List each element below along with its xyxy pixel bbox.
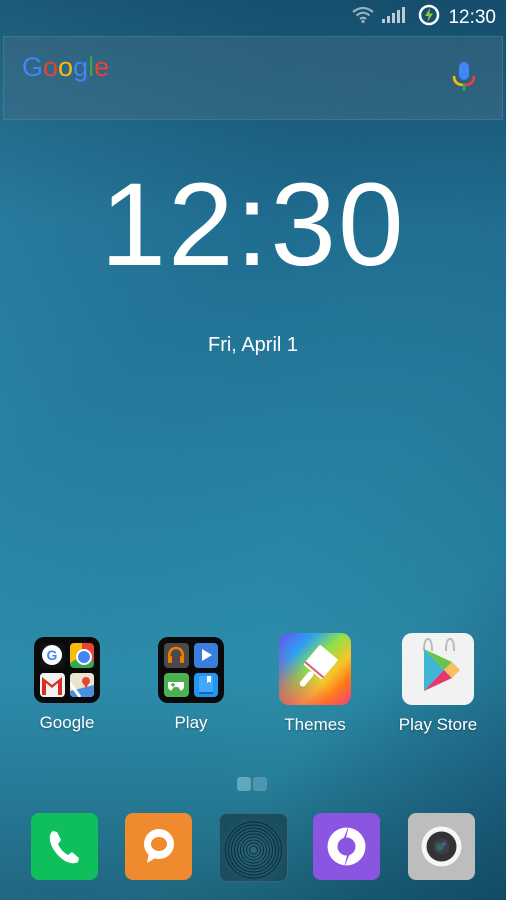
page-dot-1[interactable] bbox=[237, 777, 251, 791]
google-logo-letter: G bbox=[22, 52, 44, 82]
folder-google[interactable]: G Google bbox=[12, 633, 122, 733]
app-play-store[interactable]: Play Store bbox=[383, 633, 493, 735]
fingerprint-icon[interactable] bbox=[219, 813, 288, 882]
wallpaper bbox=[0, 0, 506, 900]
signal-icon bbox=[382, 7, 406, 28]
wifi-icon bbox=[352, 6, 375, 29]
google-logo-letter: o bbox=[43, 52, 59, 82]
folder-google-label: Google bbox=[39, 713, 95, 732]
status-bar: 12:30 bbox=[0, 0, 506, 32]
google-search-icon: G bbox=[40, 643, 65, 668]
camera-icon[interactable] bbox=[408, 813, 475, 880]
svg-text:G: G bbox=[47, 647, 58, 663]
phone-icon[interactable] bbox=[31, 813, 98, 880]
play-movies-icon bbox=[193, 643, 218, 668]
chrome-icon bbox=[69, 643, 94, 668]
gmail-icon bbox=[40, 672, 65, 697]
play-games-icon bbox=[164, 672, 189, 697]
battery-charging-icon bbox=[418, 4, 440, 31]
app-themes[interactable]: Themes bbox=[260, 633, 370, 735]
page-indicator bbox=[237, 777, 267, 791]
clock-date[interactable]: Fri, April 1 bbox=[0, 334, 506, 357]
folder-google-icon: G bbox=[34, 637, 100, 703]
google-logo-letter: o bbox=[58, 52, 74, 82]
folder-play[interactable]: Play bbox=[136, 633, 246, 733]
google-logo-letter: g bbox=[73, 52, 89, 82]
app-themes-label: Themes bbox=[284, 715, 346, 734]
maps-icon bbox=[69, 672, 94, 697]
folder-play-icon bbox=[158, 637, 224, 703]
app-play-store-label: Play Store bbox=[398, 715, 478, 734]
page-dot-2[interactable] bbox=[253, 777, 267, 791]
folder-play-label: Play bbox=[174, 713, 208, 732]
status-time: 12:30 bbox=[448, 6, 496, 28]
play-store-icon bbox=[402, 633, 474, 705]
google-logo[interactable]: Google bbox=[22, 52, 109, 83]
paintbrush-icon bbox=[279, 633, 351, 705]
browser-icon[interactable] bbox=[313, 813, 380, 880]
dock bbox=[0, 813, 506, 882]
play-music-icon bbox=[164, 643, 189, 668]
message-icon[interactable] bbox=[125, 813, 192, 880]
play-books-icon bbox=[193, 672, 218, 697]
mic-icon[interactable] bbox=[452, 62, 476, 97]
google-logo-letter: e bbox=[94, 52, 110, 82]
clock-time[interactable]: 12:30 bbox=[0, 160, 506, 290]
